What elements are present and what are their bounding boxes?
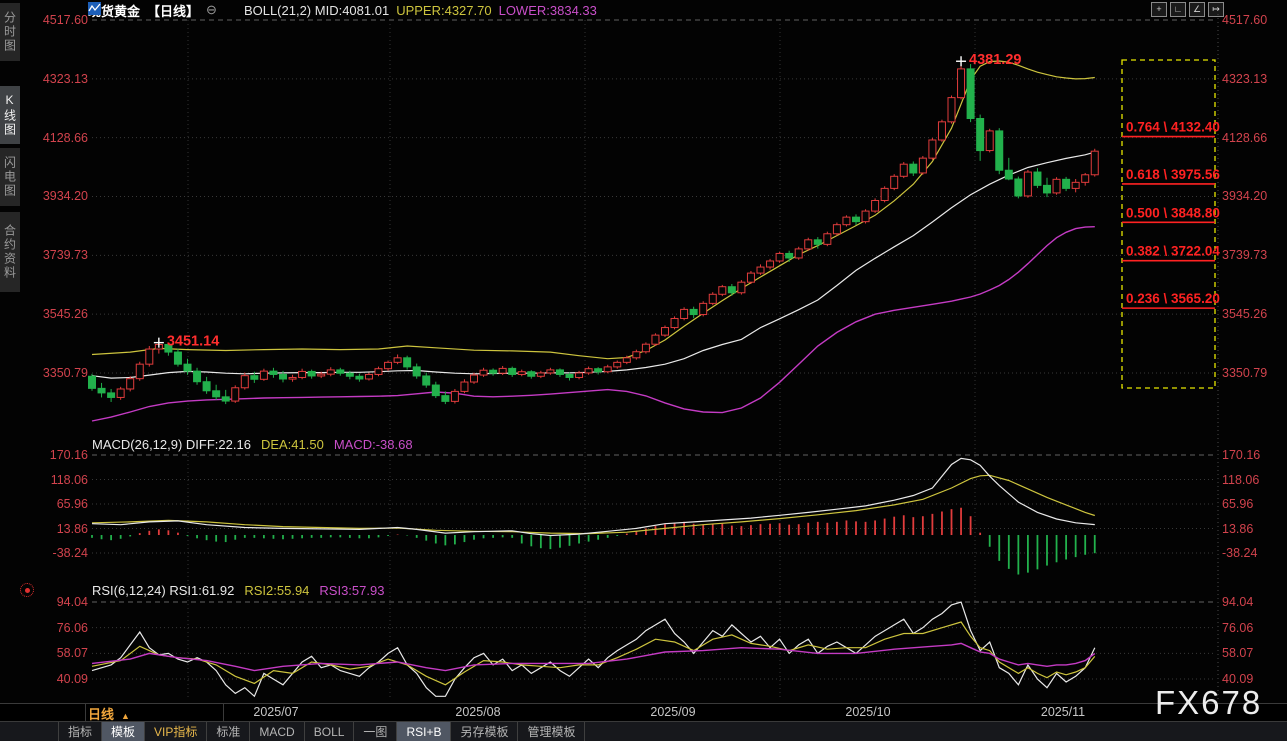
price-axis-tick: 3739.73 (20, 248, 88, 262)
x-axis-label: 2025/09 (650, 705, 695, 719)
price-extreme-label: 4381.29 (969, 52, 1021, 68)
rsi-axis-tick: 58.07 (1222, 646, 1253, 660)
price-axis-tick: 3350.79 (1222, 366, 1267, 380)
period-selector[interactable]: 日线▲ (88, 704, 130, 723)
price-axis-tick: 3934.20 (1222, 189, 1267, 203)
price-axis-tick: 3934.20 (20, 189, 88, 203)
alert-icon[interactable] (20, 583, 34, 597)
macd-dea-value: DEA:41.50 (261, 437, 324, 452)
tab-rsi-b[interactable]: RSI+B (397, 722, 451, 741)
rsi1-value: RSI(6,12,24) RSI1:61.92 (92, 583, 234, 598)
macd-axis-tick: 65.96 (20, 497, 88, 511)
price-axis-tick: 4517.60 (20, 13, 88, 27)
price-axis-tick: 4323.13 (1222, 72, 1267, 86)
price-axis-tick: 4128.66 (20, 131, 88, 145)
macd-axis-tick: 13.86 (20, 522, 88, 536)
rsi-axis-tick: 58.07 (20, 646, 88, 660)
tab-vip-indicators[interactable]: VIP指标 (145, 722, 207, 741)
price-axis-tick: 3739.73 (1222, 248, 1267, 262)
price-axis-tick: 4128.66 (1222, 131, 1267, 145)
macd-axis-tick: 170.16 (20, 448, 88, 462)
price-axis-tick: 4517.60 (1222, 13, 1267, 27)
price-axis-tick: 4323.13 (20, 72, 88, 86)
tab-standard[interactable]: 标准 (207, 722, 250, 741)
price-axis-tick: 3350.79 (20, 366, 88, 380)
macd-hist-value: MACD:-38.68 (334, 437, 413, 452)
macd-axis-tick: 170.16 (1222, 448, 1260, 462)
rsi-axis-tick: 76.06 (20, 621, 88, 635)
axis-divider (223, 703, 224, 722)
macd-axis-tick: 65.96 (1222, 497, 1253, 511)
rsi-axis-tick: 76.06 (1222, 621, 1253, 635)
fib-level-label: 0.764 \ 4132.40 (1126, 120, 1220, 135)
macd-axis-tick: 118.06 (1222, 473, 1259, 487)
fib-level-label: 0.236 \ 3565.20 (1126, 291, 1220, 306)
rsi-axis-tick: 40.09 (20, 672, 88, 686)
price-axis-tick: 3545.26 (1222, 307, 1267, 321)
tab-save-template[interactable]: 另存模板 (451, 722, 518, 741)
fib-level-label: 0.500 \ 3848.80 (1126, 205, 1220, 220)
candlestick-chart-canvas[interactable]: 0.764 \ 4132.40 0.618 \ 3975.56 0.500 \ 38… (0, 0, 1287, 741)
watermark: FX678 (1155, 684, 1262, 722)
triangle-up-icon: ▲ (121, 711, 130, 721)
rsi-header: RSI(6,12,24) RSI1:61.92 RSI2:55.94 RSI3:… (92, 583, 384, 598)
rsi3-value: RSI3:57.93 (319, 583, 384, 598)
x-axis-label: 2025/10 (845, 705, 890, 719)
axis-divider (85, 703, 86, 722)
macd-axis-tick: -38.24 (1222, 546, 1257, 560)
price-extreme-label: 3451.14 (167, 334, 219, 350)
time-axis-strip (0, 703, 1287, 722)
rsi2-value: RSI2:55.94 (244, 583, 309, 598)
x-axis-label: 2025/11 (1041, 705, 1085, 719)
tab-template[interactable]: 模板 (102, 722, 145, 741)
tab-boll[interactable]: BOLL (305, 722, 355, 741)
price-axis-tick: 3545.26 (20, 307, 88, 321)
macd-axis-tick: -38.24 (20, 546, 88, 560)
macd-header: MACD(26,12,9) DIFF:22.16 DEA:41.50 MACD:… (92, 437, 413, 452)
x-axis-label: 2025/08 (455, 705, 500, 719)
macd-axis-tick: 118.06 (20, 473, 88, 487)
rsi-axis-tick: 94.04 (1222, 595, 1253, 609)
tab-macd[interactable]: MACD (250, 722, 304, 741)
tab-manage-template[interactable]: 管理模板 (518, 722, 585, 741)
fib-level-label: 0.618 \ 3975.56 (1126, 167, 1220, 182)
bottom-toolbar: 指标模板VIP指标标准MACDBOLL一图RSI+B另存模板管理模板 (0, 722, 1287, 741)
tab-indicators[interactable]: 指标 (59, 722, 102, 741)
tab-one-chart[interactable]: 一图 (354, 722, 397, 741)
macd-axis-tick: 13.86 (1222, 522, 1253, 536)
trading-app-window: 分时图K线图闪电图合约资料 现货黄金 【日线】 ⊖ BOLL(21,2) MID… (0, 0, 1287, 741)
macd-diff-value: MACD(26,12,9) DIFF:22.16 (92, 437, 251, 452)
fib-level-label: 0.382 \ 3722.04 (1126, 244, 1220, 259)
rsi-axis-tick: 94.04 (20, 595, 88, 609)
x-axis-label: 2025/07 (253, 705, 298, 719)
